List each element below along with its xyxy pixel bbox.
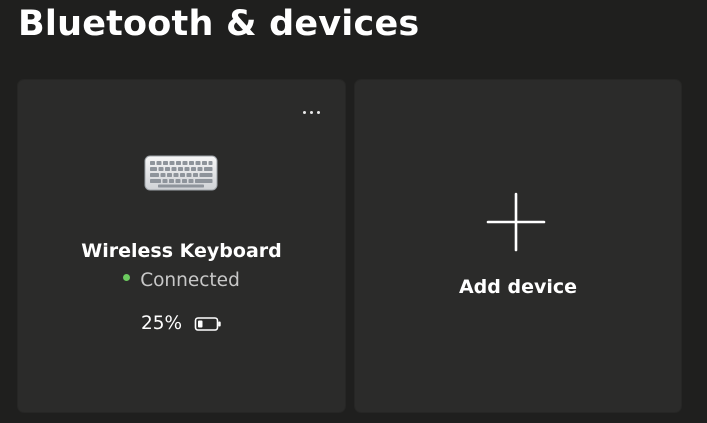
keyboard-icon — [144, 155, 218, 191]
add-device-label: Add device — [458, 276, 578, 298]
battery-icon — [194, 316, 221, 331]
page-title: Bluetooth & devices — [18, 4, 420, 44]
connection-status: Connected — [18, 270, 345, 291]
more-options-button[interactable] — [299, 106, 323, 118]
more-options-icon — [302, 110, 306, 114]
battery-fill — [198, 320, 203, 327]
add-device-card[interactable]: Add device — [355, 80, 681, 412]
battery-status: 25% — [18, 313, 345, 334]
battery-percentage: 25% — [140, 313, 183, 334]
device-name: Wireless Keyboard — [81, 240, 282, 262]
device-card-wireless-keyboard[interactable]: Wireless Keyboard Connected 25% — [18, 80, 345, 412]
plus-icon — [486, 192, 546, 252]
status-text: Connected — [140, 270, 240, 291]
connected-status-dot-icon — [123, 274, 131, 281]
